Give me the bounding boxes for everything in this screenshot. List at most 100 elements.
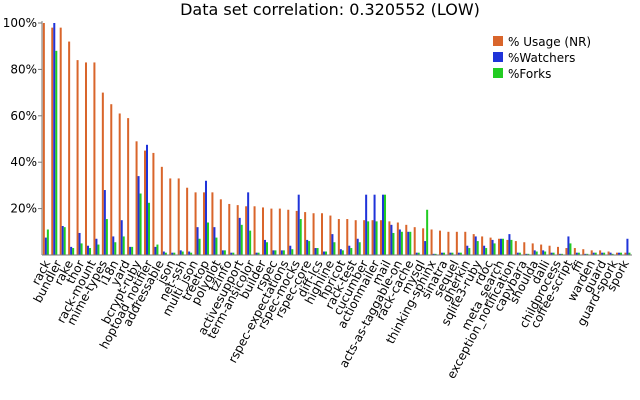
bar-usage <box>202 192 205 255</box>
bar-watchers <box>272 250 275 255</box>
bar-watchers <box>508 234 511 255</box>
bar-watchers <box>390 224 393 255</box>
bar-watchers <box>306 239 309 255</box>
bar-forks <box>392 232 395 255</box>
bar-watchers <box>365 194 368 255</box>
bar-forks <box>274 250 277 255</box>
bar-usage <box>337 219 340 255</box>
bar-forks <box>80 243 83 255</box>
bar-usage <box>540 244 543 255</box>
bar-forks <box>569 243 572 255</box>
bar-watchers <box>280 250 283 255</box>
x-tick-labels: rackbundlerrakethorrack-mountmime-typesi… <box>29 258 632 382</box>
bar-watchers <box>86 245 89 255</box>
y-tick-label: 100% <box>3 16 37 30</box>
bar-usage <box>354 220 357 255</box>
bar-watchers <box>466 245 469 255</box>
bar-watchers <box>53 23 56 255</box>
bar-usage <box>548 245 551 255</box>
bar-usage <box>51 27 54 255</box>
legend-label: % Usage (NR) <box>508 35 591 49</box>
bar-watchers <box>263 239 266 255</box>
bar-forks <box>97 244 100 255</box>
bar-usage <box>346 219 349 255</box>
bar-watchers <box>112 236 115 255</box>
bar-forks <box>63 227 66 255</box>
bar-forks <box>468 248 471 255</box>
bar-forks <box>215 237 218 255</box>
bar-usage <box>438 230 441 255</box>
bar-forks <box>105 219 108 255</box>
bar-usage <box>110 104 113 255</box>
bar-forks <box>46 229 49 255</box>
bar-usage <box>101 92 104 255</box>
bar-watchers <box>491 239 494 255</box>
bar-watchers <box>356 238 359 255</box>
y-tick-label: 40% <box>10 155 37 169</box>
bar-usage <box>523 242 526 255</box>
bar-usage <box>278 208 281 255</box>
bar-watchers <box>289 245 292 255</box>
bar-watchers <box>314 248 317 255</box>
bar-watchers <box>247 192 250 255</box>
bar-forks <box>350 248 353 255</box>
bar-forks <box>299 219 302 255</box>
bar-usage <box>228 203 231 255</box>
bar-watchers <box>204 180 207 255</box>
legend: % Usage (NR) %Watchers %Forks <box>493 35 591 81</box>
bar-forks <box>476 241 479 255</box>
bar-forks <box>502 238 505 255</box>
bar-usage <box>169 178 172 255</box>
bar-watchers <box>61 226 64 255</box>
bar-watchers <box>474 236 477 255</box>
bar-usage <box>371 220 374 255</box>
bar-watchers <box>499 238 502 255</box>
bar-usage <box>42 23 45 255</box>
bar-usage <box>135 141 138 255</box>
bar-watchers <box>297 194 300 255</box>
bar-usage <box>59 27 62 255</box>
bar-watchers <box>120 220 123 255</box>
bar-forks <box>358 242 361 255</box>
bar-usage <box>76 60 79 256</box>
bar-watchers <box>137 176 140 255</box>
bar-watchers <box>626 238 629 255</box>
bar-forks <box>198 238 201 255</box>
bar-forks <box>316 248 319 255</box>
bar-usage <box>556 246 559 255</box>
chart-title: Data set correlation: 0.320552 (LOW) <box>180 0 480 19</box>
bar-forks <box>148 202 151 255</box>
bar-forks <box>55 50 58 256</box>
bar-watchers <box>44 237 47 255</box>
bar-usage <box>455 231 458 255</box>
y-tick-label: 80% <box>10 62 37 76</box>
bar-usage <box>464 231 467 255</box>
bar-forks <box>72 248 75 255</box>
bar-usage <box>236 205 239 255</box>
y-tick-label: 60% <box>10 109 37 123</box>
bar-usage <box>607 251 610 255</box>
bar-watchers <box>154 246 157 255</box>
bar-watchers <box>188 251 191 255</box>
bar-forks <box>291 249 294 255</box>
bar-watchers <box>567 236 570 255</box>
bar-usage <box>245 206 248 255</box>
bar-watchers <box>129 246 132 255</box>
bar-forks <box>409 231 412 255</box>
bar-watchers <box>213 227 216 255</box>
bar-forks <box>131 246 134 255</box>
bar-forks <box>400 231 403 255</box>
bar-watchers <box>483 245 486 255</box>
bar-usage <box>194 192 197 255</box>
bar-usage <box>447 231 450 255</box>
bar-forks <box>122 236 125 255</box>
bar-usage <box>599 250 602 255</box>
bar-usage <box>261 207 264 255</box>
legend-swatch <box>493 52 503 62</box>
bar-usage <box>379 220 382 255</box>
bar-forks <box>325 251 328 255</box>
bar-forks <box>240 224 243 255</box>
bar-watchers <box>103 190 106 255</box>
bar-forks <box>207 222 210 255</box>
bar-usage <box>118 113 121 255</box>
